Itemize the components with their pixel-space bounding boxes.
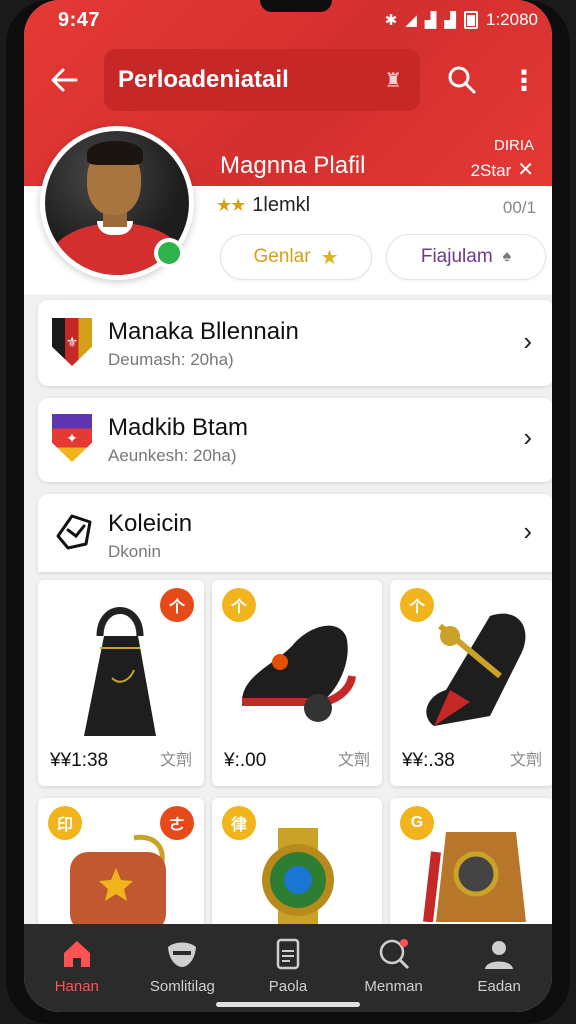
more-button[interactable]: ⋮ xyxy=(502,58,546,102)
app-bar: Perloadeniatail ♜ ⋮ xyxy=(24,48,552,112)
online-status-icon xyxy=(154,238,184,268)
battery-text: 1:2080 xyxy=(486,10,538,29)
star-rating-icon: ★★ xyxy=(216,195,246,215)
list-item-subtitle: Aeunkesh: 20ha) xyxy=(108,446,237,465)
item-meta: 文劑 xyxy=(509,752,542,769)
nav-label: Hanan xyxy=(54,978,99,995)
purple-button-label: Fiajulam xyxy=(420,246,493,267)
watch-image xyxy=(262,828,334,928)
backpack-image xyxy=(70,834,166,928)
sneaker-image xyxy=(242,625,356,722)
mask-icon xyxy=(164,936,200,972)
bluetooth-icon: ✱ xyxy=(384,12,398,29)
collection-icon xyxy=(52,508,96,558)
wifi-icon: ◢ xyxy=(405,12,417,29)
nav-label: Eadan xyxy=(477,978,521,995)
profile-rank: DIRIA 2Star ✕ xyxy=(471,134,534,183)
collection-item[interactable]: G xyxy=(390,798,552,928)
item-meta: 文劑 xyxy=(159,752,192,769)
collection-item[interactable]: 印 ㄜ xyxy=(38,798,204,928)
rank-stars: 2Star ✕ xyxy=(471,158,534,183)
collection-item[interactable]: 个 ¥¥1:38 文劑 xyxy=(38,580,204,786)
nav-home[interactable]: Hanan xyxy=(27,936,127,995)
list-item[interactable]: Koleicin Dkonin › xyxy=(38,494,552,572)
chevron-right-icon: › xyxy=(523,422,532,452)
profile-icon xyxy=(481,936,517,972)
gold-button-label: Genlar xyxy=(253,246,311,267)
nav-profile[interactable]: Eadan xyxy=(449,936,549,995)
avatar-hair xyxy=(87,141,143,165)
list-item[interactable]: ⚜ Manaka Bllennain Deumash: 20ha) › xyxy=(38,300,552,386)
nav-label: Menman xyxy=(364,978,423,995)
collection-item[interactable]: 个 ¥:.00 文劑 xyxy=(212,580,382,786)
chevron-right-icon: › xyxy=(523,326,532,356)
battery-icon xyxy=(464,11,478,29)
nav-label: Somlitilag xyxy=(149,978,215,995)
item-price: ¥¥:.38 xyxy=(402,750,455,771)
home-indicator xyxy=(216,1002,360,1007)
club-crest-icon: ⚜ xyxy=(52,318,96,368)
close-icon[interactable]: ✕ xyxy=(517,159,534,181)
handbag-image xyxy=(84,607,156,736)
arrow-left-icon xyxy=(51,68,78,92)
phone-frame: 9:47 ✱ ◢ ▟ ▟ 1:2080 Perloadeniatail ♜ ⋮ … xyxy=(6,0,570,1024)
screen: 9:47 ✱ ◢ ▟ ▟ 1:2080 Perloadeniatail ♜ ⋮ … xyxy=(24,0,552,1012)
search-icon xyxy=(448,66,476,94)
more-vert-icon: ⋮ xyxy=(510,64,538,96)
profile-name: Magnna Plafil xyxy=(220,152,366,179)
search-button[interactable] xyxy=(440,58,484,102)
nav-documents[interactable]: Paola xyxy=(238,936,338,995)
star-icon: ★ xyxy=(320,246,339,269)
item-price: ¥:.00 xyxy=(224,750,267,771)
search-icon xyxy=(376,936,412,972)
list-item-title: Manaka Bllennain xyxy=(108,318,299,345)
pin-icon: ♜ xyxy=(384,69,402,92)
collection-item[interactable]: 律 xyxy=(212,798,382,928)
document-icon xyxy=(270,936,306,972)
purple-button[interactable]: Fiajulam ♠ xyxy=(386,234,546,280)
nav-club[interactable]: Somlitilag xyxy=(132,936,232,995)
collection-item[interactable]: 个 ¥¥:.38 文劑 xyxy=(390,580,552,786)
chevron-right-icon: › xyxy=(523,516,532,546)
leather-case-image xyxy=(423,832,526,922)
item-price: ¥¥1:38 xyxy=(50,750,109,771)
stars-line: ★★ 1lemkl xyxy=(216,194,310,217)
back-button[interactable] xyxy=(42,58,86,102)
item-meta: 文劑 xyxy=(337,752,370,769)
title-field[interactable]: Perloadeniatail ♜ xyxy=(104,49,420,111)
profile-count: 00/1 xyxy=(502,198,536,217)
list-item-title: Koleicin xyxy=(108,510,193,537)
gold-button[interactable]: Genlar ★ xyxy=(220,234,372,280)
signal-icon: ▟ xyxy=(424,12,437,29)
list-item-title: Madkib Btam xyxy=(108,414,249,441)
stars-label: 1lemkl xyxy=(252,194,311,216)
club-crest-icon: ✦ xyxy=(52,414,96,464)
list-item[interactable]: ✦ Madkib Btam Aeunkesh: 20ha) › xyxy=(38,398,552,482)
status-icons: ✱ ◢ ▟ ▟ 1:2080 xyxy=(385,10,538,30)
bottom-navigation: Hanan Somlitilag Paola Menman Eadan xyxy=(24,924,552,1012)
boot-image xyxy=(426,613,526,726)
tag-icon: ♠ xyxy=(502,248,512,265)
list-item-subtitle: Dkonin xyxy=(108,542,161,561)
rank-value: 2Star xyxy=(470,161,512,180)
camera-notch xyxy=(260,0,332,12)
nav-label: Paola xyxy=(268,978,308,995)
status-time: 9:47 xyxy=(58,8,101,31)
page-title: Perloadeniatail xyxy=(118,66,289,93)
signal-icon-2: ▟ xyxy=(444,12,456,29)
list-item-subtitle: Deumash: 20ha) xyxy=(108,350,234,369)
home-icon xyxy=(59,936,95,972)
rank-label: DIRIA xyxy=(493,137,534,154)
nav-search[interactable]: Menman xyxy=(344,936,444,995)
